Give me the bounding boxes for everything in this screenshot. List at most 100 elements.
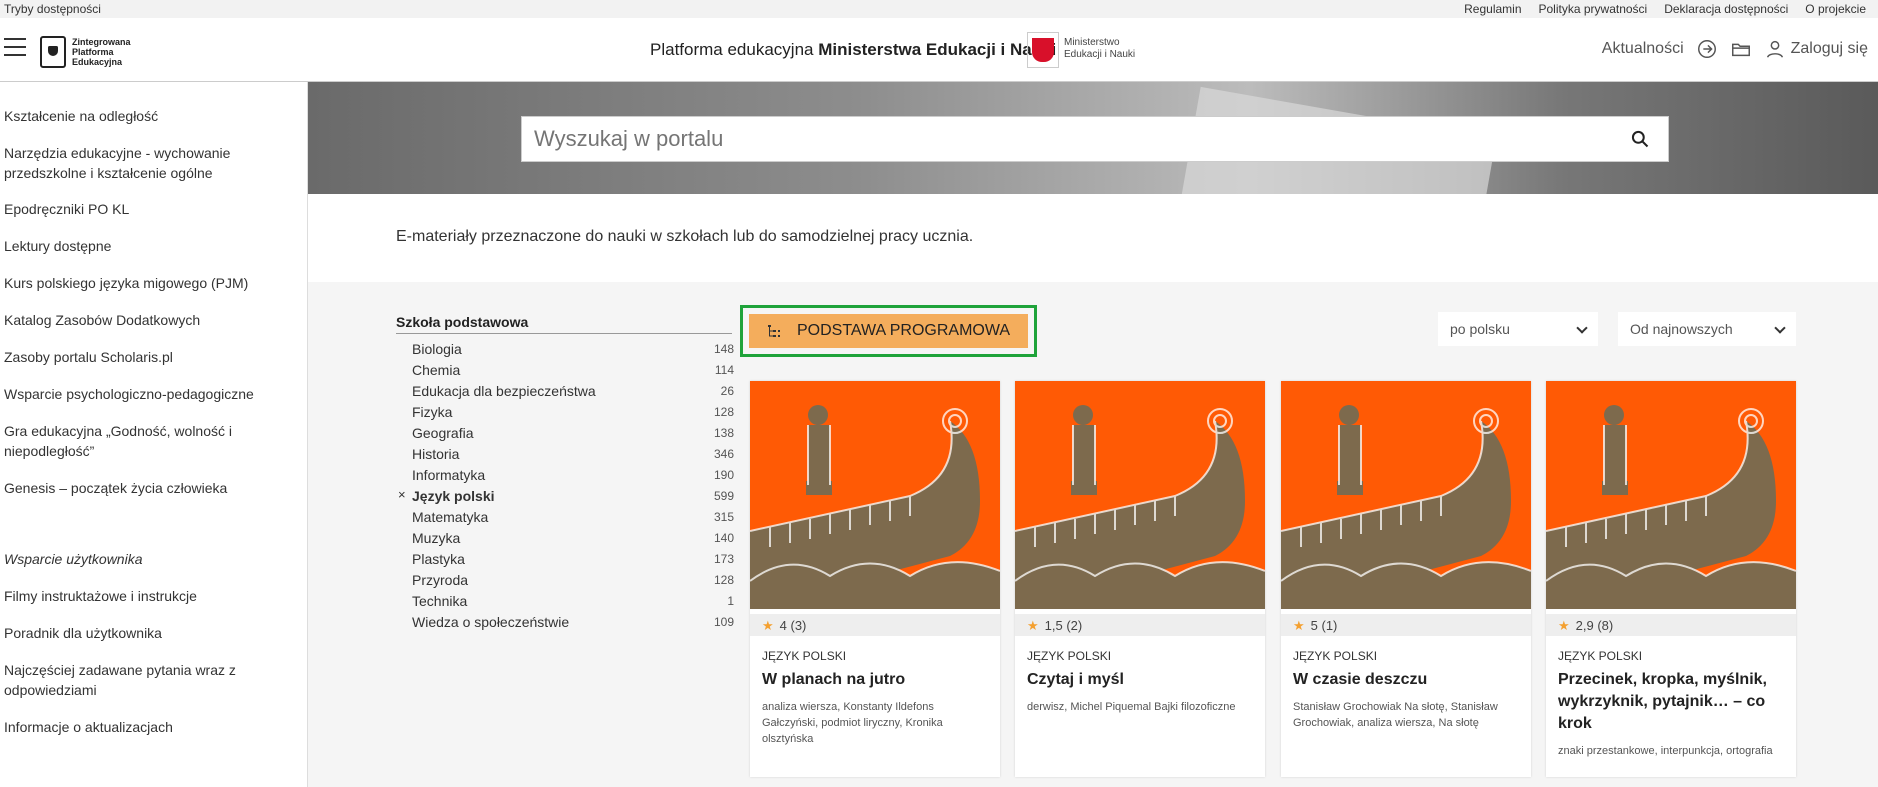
ministry-label: Ministerstwo Edukacji i Nauki xyxy=(1064,37,1135,61)
rating-value: 1,5 (2) xyxy=(1044,618,1083,633)
card-tags: Stanisław Grochowiak Na słotę, Stanisław… xyxy=(1293,701,1498,729)
search-box xyxy=(521,116,1669,162)
sidebar-item-educational-game[interactable]: Gra edukacyjna „Godność, wolność i niepo… xyxy=(4,421,294,461)
about-project-link[interactable]: O projekcie xyxy=(1805,2,1866,16)
search-icon[interactable] xyxy=(1630,129,1650,149)
site-header: Zintegrowana Platforma Edukacyjna Platfo… xyxy=(0,18,1878,82)
utility-bar: Tryby dostępności Regulamin Polityka pry… xyxy=(0,0,1878,18)
card-subject: JĘZYK POLSKI xyxy=(762,649,847,663)
card-rating: ★ 4 (3) xyxy=(750,614,1000,636)
site-logo[interactable]: Zintegrowana Platforma Edukacyjna xyxy=(40,36,136,68)
filter-item[interactable]: Informatyka 190 xyxy=(396,466,734,487)
terms-link[interactable]: Regulamin xyxy=(1464,2,1521,16)
sidebar-item-genesis[interactable]: Genesis – początek życia człowieka xyxy=(4,478,294,498)
card-thumbnail xyxy=(1546,381,1796,609)
sidebar: Kształcenie na odległość Narzędzia eduka… xyxy=(0,82,308,787)
card-subject: JĘZYK POLSKI xyxy=(1558,649,1643,663)
header-actions: Aktualności Zaloguj się xyxy=(1602,38,1868,60)
language-value: po polsku xyxy=(1450,321,1510,337)
card-tags: derwisz, Michel Piquemal Bajki filozofic… xyxy=(1027,701,1236,713)
filter-item[interactable]: Technika 1 xyxy=(396,592,734,613)
card-title[interactable]: W czasie deszczu xyxy=(1293,669,1519,691)
card-thumbnail xyxy=(1015,381,1265,609)
card-tags: znaki przestankowe, interpunkcja, ortogr… xyxy=(1558,745,1773,757)
polish-eagle-icon xyxy=(1027,32,1059,68)
ministry-line2: Edukacji i Nauki xyxy=(1064,49,1136,60)
rating-value: 2,9 (8) xyxy=(1575,618,1614,633)
sidebar-item-tutorial-videos[interactable]: Filmy instruktażowe i instrukcje xyxy=(4,586,294,606)
accessibility-modes-link[interactable]: Tryby dostępności xyxy=(4,2,101,16)
sidebar-item-epodreczniki[interactable]: Epodręczniki PO KL xyxy=(4,199,294,219)
platform-title: Platforma edukacyjna Ministerstwa Edukac… xyxy=(650,40,1056,60)
menu-icon[interactable] xyxy=(4,38,26,58)
login-button[interactable]: Zaloguj się xyxy=(1764,38,1868,60)
sidebar-item-user-guide[interactable]: Poradnik dla użytkownika xyxy=(4,623,294,643)
filter-item[interactable]: Geografia 138 xyxy=(396,424,734,445)
subject-filter-list: Biologia 148 Chemia 114 Edukacja dla bezpi… xyxy=(396,340,734,634)
filter-item-active[interactable]: × Język polski 599 xyxy=(396,487,734,508)
language-select[interactable]: po polsku xyxy=(1438,312,1598,346)
login-label: Zaloguj się xyxy=(1790,40,1868,57)
filter-item[interactable]: Plastyka 173 xyxy=(396,550,734,571)
sidebar-item-additional-resources[interactable]: Katalog Zasobów Dodatkowych xyxy=(4,310,294,330)
card-subject: JĘZYK POLSKI xyxy=(1027,649,1112,663)
filter-item[interactable]: Chemia 114 xyxy=(396,361,734,382)
card-thumbnail xyxy=(750,381,1000,609)
remove-filter-icon[interactable]: × xyxy=(398,487,406,502)
filter-item[interactable]: Wiedza o społeczeństwie 109 xyxy=(396,613,734,634)
filter-item[interactable]: Matematyka 315 xyxy=(396,508,734,529)
intro-text: E-materiały przeznaczone do nauki w szko… xyxy=(396,228,974,245)
filter-item[interactable]: Przyroda 128 xyxy=(396,571,734,592)
folder-icon[interactable] xyxy=(1730,38,1752,60)
hero-banner xyxy=(308,82,1878,194)
filter-item[interactable]: Edukacja dla bezpieczeństwa 26 xyxy=(396,382,734,403)
filter-item[interactable]: Biologia 148 xyxy=(396,340,734,361)
filter-item[interactable]: Historia 346 xyxy=(396,445,734,466)
filter-item[interactable]: Fizyka 128 xyxy=(396,403,734,424)
star-icon: ★ xyxy=(1558,618,1570,633)
rating-value: 5 (1) xyxy=(1310,618,1338,633)
ministry-line1: Ministerstwo xyxy=(1064,37,1120,48)
material-card[interactable]: ★ 2,9 (8) JĘZYK POLSKI Przecinek, kropka,… xyxy=(1546,381,1796,777)
sidebar-item-sign-language-course[interactable]: Kurs polskiego języka migowego (PJM) xyxy=(4,273,294,293)
privacy-link[interactable]: Polityka prywatności xyxy=(1539,2,1648,16)
card-title[interactable]: Przecinek, kropka, myślnik, wykrzyknik, … xyxy=(1558,669,1784,735)
material-card[interactable]: ★ 4 (3) JĘZYK POLSKI W planach na jutro a… xyxy=(750,381,1000,777)
material-card[interactable]: ★ 1,5 (2) JĘZYK POLSKI Czytaj i myśl derw… xyxy=(1015,381,1265,777)
card-subject: JĘZYK POLSKI xyxy=(1293,649,1378,663)
news-link[interactable]: Aktualności xyxy=(1602,40,1684,58)
sign-in-icon[interactable] xyxy=(1696,38,1718,60)
curriculum-button[interactable]: PODSTAWA PROGRAMOWA xyxy=(749,314,1028,348)
accessibility-declaration-link[interactable]: Deklaracja dostępności xyxy=(1664,2,1788,16)
material-card[interactable]: ★ 5 (1) JĘZYK POLSKI W czasie deszczu Sta… xyxy=(1281,381,1531,777)
sidebar-item-distance-learning[interactable]: Kształcenie na odległość xyxy=(4,106,294,126)
platform-title-bold: Ministerstwa Edukacji i Nauki xyxy=(818,40,1057,59)
utility-links: Regulamin Polityka prywatności Deklaracj… xyxy=(1464,2,1866,16)
highlight-frame: PODSTAWA PROGRAMOWA xyxy=(740,305,1037,357)
chevron-down-icon xyxy=(1576,322,1588,334)
user-icon xyxy=(1766,40,1783,58)
star-icon: ★ xyxy=(1293,618,1305,633)
sort-value: Od najnowszych xyxy=(1630,321,1733,337)
card-title[interactable]: Czytaj i myśl xyxy=(1027,669,1253,691)
sidebar-item-faq[interactable]: Najczęściej zadawane pytania wraz z odpo… xyxy=(4,660,294,700)
sidebar-item-updates[interactable]: Informacje o aktualizacjach xyxy=(4,717,294,737)
chevron-down-icon xyxy=(1774,322,1786,334)
card-tags: analiza wiersza, Konstanty Ildefons Gałc… xyxy=(762,701,943,745)
filter-item[interactable]: Muzyka 140 xyxy=(396,529,734,550)
curriculum-label: PODSTAWA PROGRAMOWA xyxy=(797,322,1011,339)
card-rating: ★ 5 (1) xyxy=(1281,614,1531,636)
card-thumbnail xyxy=(1281,381,1531,609)
card-title[interactable]: W planach na jutro xyxy=(762,669,988,691)
filter-title[interactable]: Szkoła podstawowa xyxy=(396,314,732,334)
sidebar-section-user-support: Wsparcie użytkownika xyxy=(4,551,143,567)
search-input[interactable] xyxy=(522,117,1668,161)
sidebar-item-psych-support[interactable]: Wsparcie psychologiczno-pedagogiczne xyxy=(4,384,294,404)
sidebar-item-educational-tools[interactable]: Narzędzia edukacyjne - wychowanie przeds… xyxy=(4,143,294,183)
card-rating: ★ 2,9 (8) xyxy=(1546,614,1796,636)
sort-select[interactable]: Od najnowszych xyxy=(1618,312,1796,346)
star-icon: ★ xyxy=(1027,618,1039,633)
sidebar-item-accessible-readings[interactable]: Lektury dostępne xyxy=(4,236,294,256)
star-icon: ★ xyxy=(762,618,774,633)
sidebar-item-scholaris[interactable]: Zasoby portalu Scholaris.pl xyxy=(4,347,294,367)
